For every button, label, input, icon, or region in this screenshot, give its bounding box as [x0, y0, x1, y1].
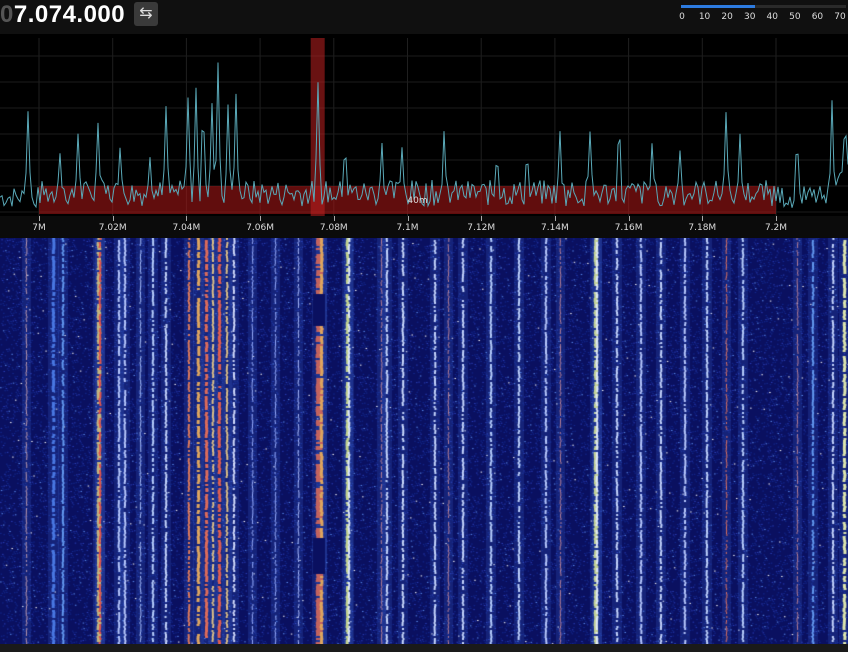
frequency-tick [776, 216, 777, 221]
swap-icon: ⇆ [139, 5, 153, 22]
frequency-tick-label: 7.08M [319, 223, 348, 233]
frequency-tick [407, 216, 409, 221]
frequency-tick [186, 216, 188, 221]
s-meter-track [681, 5, 846, 8]
s-meter-label: 10 [698, 12, 711, 22]
frequency-tick-label: 7.14M [540, 223, 569, 233]
s-meter-label: 60 [811, 12, 824, 22]
frequency-tick [39, 216, 40, 221]
band-label: 40m [407, 196, 427, 206]
frequency-tick-label: 7.18M [688, 223, 717, 233]
waterfall-display[interactable] [0, 238, 848, 644]
waterfall-canvas [0, 238, 848, 644]
s-meter-label: 50 [789, 12, 801, 22]
frequency-tick [260, 216, 262, 221]
frequency-tick-label: 7.1M [396, 223, 419, 233]
frequency-readout[interactable]: 07.074.000 [0, 0, 125, 30]
frequency-tick-label: 7.12M [467, 223, 496, 233]
frequency-tick [554, 216, 556, 221]
frequency-tick-label: 7.2M [764, 223, 788, 233]
frequency-tick [112, 216, 114, 221]
frequency-tick-label: 7.04M [172, 223, 201, 233]
frequency-tick-label: 7.02M [98, 223, 127, 233]
frequency-scale[interactable]: 7M 7.02M 7.04M 7.06M 7.08M 7.1M 7.12M 7.14M 7.16… [0, 216, 848, 238]
swap-button[interactable]: ⇆ [134, 2, 158, 26]
frequency-leading-digit: 0 [0, 1, 14, 28]
s-meter-label: 0 [679, 12, 685, 22]
s-meter-scale: 0 10 20 30 40 50 60 70 [678, 12, 848, 24]
bottom-strip [0, 644, 848, 652]
s-meter-label: 70 [834, 12, 846, 22]
frequency-tick [481, 216, 483, 221]
frequency-tick [702, 216, 704, 221]
s-meter-fill [681, 5, 756, 8]
frequency-tick-label: 7.06M [246, 223, 274, 233]
top-bar: 07.074.000 ⇆ 0 10 20 30 40 50 60 70 [0, 0, 848, 34]
frequency-tick-label: 7.16M [614, 223, 643, 233]
frequency-tick-label: 7M [32, 223, 46, 233]
spectrum-display[interactable]: 40m [0, 38, 848, 216]
spectrum-plot: 40m [0, 38, 848, 216]
frequency-tick [628, 216, 630, 221]
frequency-value: 7.074.000 [13, 1, 126, 28]
s-meter-label: 20 [721, 12, 733, 22]
s-meter-label: 40 [766, 12, 779, 22]
frequency-tick [333, 216, 335, 221]
s-meter-label: 30 [743, 12, 756, 22]
s-meter: 0 10 20 30 40 50 60 70 [678, 3, 848, 25]
